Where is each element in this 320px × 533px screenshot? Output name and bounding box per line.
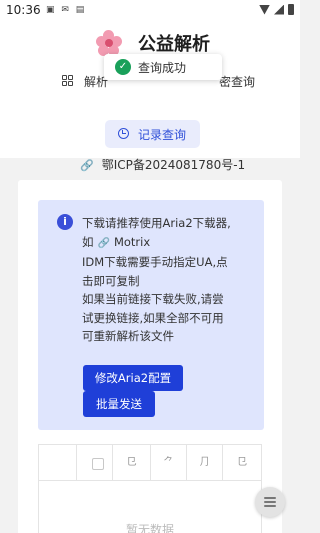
link-icon: 🔗 <box>80 159 94 172</box>
history-icon <box>118 128 129 139</box>
grid-icon <box>62 75 73 86</box>
info-line-copy[interactable]: 击即可复制 <box>82 272 262 291</box>
info-line: 下载请推荐使用Aria2下载器, <box>82 216 231 230</box>
history-query-label: 记录查询 <box>138 128 187 142</box>
status-bar: 10:36 ▣ ✉ ▤ <box>0 0 300 22</box>
battery-icon <box>288 4 294 15</box>
status-notification-icons: ▣ ✉ ▤ <box>46 5 87 15</box>
menu-fab-button[interactable] <box>255 487 285 517</box>
wifi-icon <box>259 4 270 15</box>
icp-link[interactable]: 🔗 鄂ICP备2024081780号-1 <box>80 156 245 173</box>
empty-state: 暂无数据 <box>125 523 174 533</box>
page-header: 公益解析 解析 密查询 记录查询 🔗 鄂ICP备2024081780号-1 <box>0 22 300 172</box>
icp-text: 鄂ICP备2024081780号-1 <box>101 158 246 172</box>
edit-aria2-config-button[interactable]: 修改Aria2配置 <box>83 365 183 391</box>
table-header-cell: ⺋ <box>113 445 151 481</box>
check-circle-icon: ✓ <box>115 59 131 75</box>
success-toast: ✓ 查询成功 <box>104 54 222 80</box>
table-header-cell <box>39 445 77 481</box>
table-header-cell: ⺆ <box>187 445 223 481</box>
batch-send-button[interactable]: 批量发送 <box>83 391 155 417</box>
nav-link-password-query[interactable]: 密查询 <box>219 73 255 90</box>
signal-icon <box>274 4 284 15</box>
info-line-motrix: 如 🔗 Motrix <box>82 233 262 254</box>
info-line-idm[interactable]: IDM下载需要手动指定UA,点 <box>82 253 262 272</box>
table-header-cell: ⺈ <box>151 445 187 481</box>
info-line: 如果当前链接下载失败,请尝 <box>82 292 224 306</box>
result-card: i 下载请推荐使用Aria2下载器, 如 🔗 Motrix IDM下载需要手动指定U… <box>18 180 282 533</box>
info-alert: i 下载请推荐使用Aria2下载器, 如 🔗 Motrix IDM下载需要手动指定U… <box>38 200 264 430</box>
status-time: 10:36 <box>6 3 41 17</box>
sakura-logo-icon <box>96 30 122 56</box>
table-header-cell: ⺋ <box>237 457 247 468</box>
info-line: 可重新解析该文件 <box>82 329 174 343</box>
info-line: 试更换链接,如果全部不可用 <box>82 310 224 325</box>
motrix-link[interactable]: Motrix <box>114 235 150 249</box>
info-icon: i <box>57 214 73 230</box>
info-line-prefix: 如 <box>82 234 94 249</box>
files-table: ⺋ ⺈ ⺆ ⺋ 暂无数据 <box>38 444 262 533</box>
status-right-icons <box>259 4 294 15</box>
toast-message: 查询成功 <box>138 61 187 75</box>
select-all-cell <box>77 445 113 481</box>
history-query-button[interactable]: 记录查询 <box>105 120 200 148</box>
table-header: ⺋ ⺈ ⺆ ⺋ <box>39 445 261 481</box>
select-all-checkbox[interactable] <box>92 458 104 470</box>
app-title: 公益解析 <box>138 34 210 55</box>
info-text: 下载请推荐使用Aria2下载器, 如 🔗 Motrix IDM下载需要手动指定UA,… <box>82 214 262 346</box>
link-icon: 🔗 <box>97 237 110 249</box>
